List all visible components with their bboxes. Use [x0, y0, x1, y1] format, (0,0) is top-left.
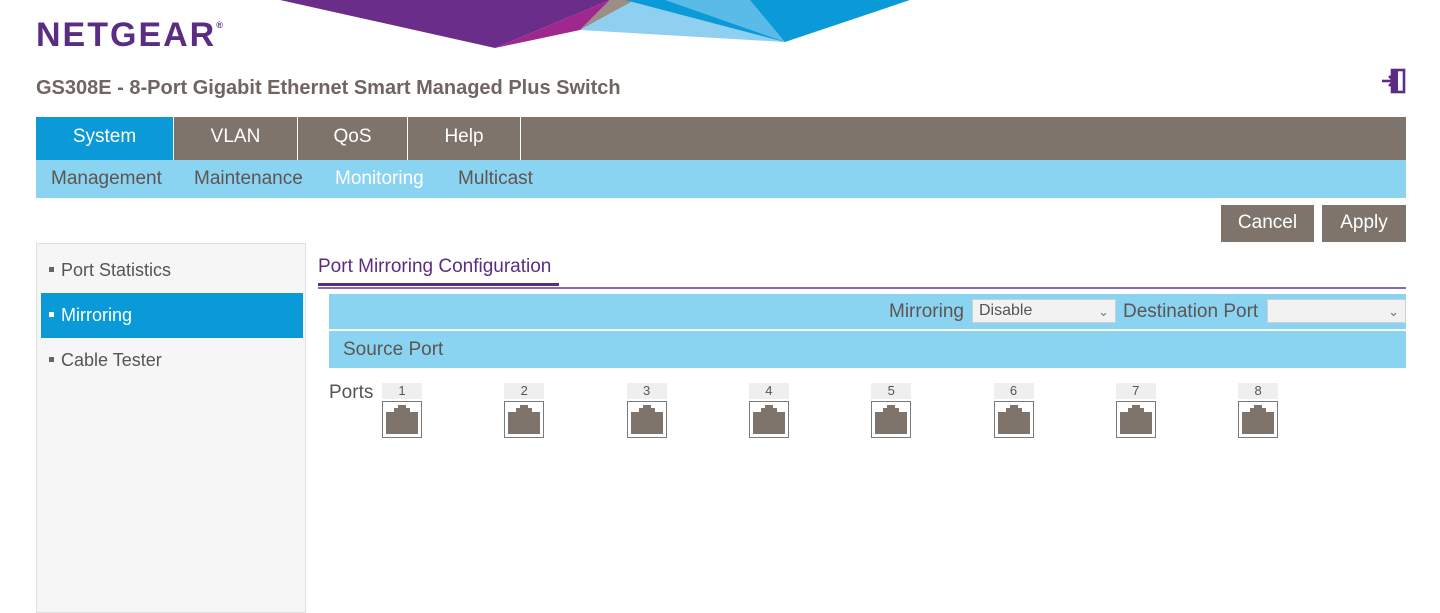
subtab-monitoring[interactable]: Monitoring: [335, 168, 424, 190]
sidebar-item-port-statistics[interactable]: Port Statistics: [41, 248, 303, 293]
main-tab-bar: System VLAN QoS Help: [36, 117, 1406, 160]
product-title: GS308E - 8-Port Gigabit Ethernet Smart M…: [36, 77, 621, 99]
subtab-management[interactable]: Management: [51, 168, 162, 190]
ethernet-port-icon: [504, 401, 545, 438]
destination-port-label: Destination Port: [1123, 301, 1259, 322]
destination-port-select[interactable]: ⌄: [1267, 299, 1406, 323]
source-port-4[interactable]: 4: [748, 383, 789, 439]
ethernet-port-icon: [1115, 401, 1156, 438]
port-number-label: 3: [626, 383, 667, 399]
bullet-icon: [49, 312, 54, 318]
port-number-label: 8: [1238, 383, 1279, 399]
ethernet-port-icon: [871, 401, 912, 438]
subtab-maintenance[interactable]: Maintenance: [194, 168, 303, 190]
source-port-6[interactable]: 6: [993, 383, 1034, 439]
port-number-label: 2: [504, 383, 545, 399]
subtab-multicast[interactable]: Multicast: [458, 168, 533, 190]
port-number-label: 4: [748, 383, 789, 399]
source-port-3[interactable]: 3: [626, 383, 667, 439]
port-number-label: 7: [1115, 383, 1156, 399]
port-number-label: 6: [993, 383, 1034, 399]
port-number-label: 1: [382, 383, 422, 399]
header-banner-graphic: [280, 0, 910, 48]
ethernet-port-icon: [993, 401, 1034, 438]
ethernet-port-icon: [1238, 401, 1279, 438]
bullet-icon: [49, 357, 54, 363]
tab-qos[interactable]: QoS: [298, 117, 408, 160]
cancel-button[interactable]: Cancel: [1221, 205, 1314, 242]
chevron-down-icon: ⌄: [1388, 304, 1399, 319]
source-port-1[interactable]: 1: [382, 383, 422, 439]
sidebar-item-cable-tester[interactable]: Cable Tester: [41, 338, 303, 383]
source-port-7[interactable]: 7: [1115, 383, 1156, 439]
bullet-icon: [49, 267, 54, 273]
netgear-logo: NETGEAR®: [36, 16, 223, 54]
section-title-underline: [318, 283, 559, 286]
source-port-5[interactable]: 5: [871, 383, 912, 439]
chevron-down-icon: ⌄: [1098, 304, 1109, 319]
ethernet-port-icon: [748, 401, 789, 438]
logout-icon[interactable]: [1381, 68, 1407, 94]
section-divider: [318, 287, 1406, 289]
source-port-row: Source Port: [329, 331, 1406, 368]
mirroring-select[interactable]: Disable ⌄: [972, 299, 1116, 323]
tab-system[interactable]: System: [36, 117, 174, 160]
ethernet-port-icon: [382, 401, 422, 438]
mirroring-row: Mirroring Disable ⌄ Destination Port ⌄: [329, 294, 1406, 329]
sidebar: Port Statistics Mirroring Cable Tester: [36, 243, 306, 613]
ports-label: Ports: [329, 382, 374, 403]
port-number-label: 5: [871, 383, 912, 399]
tab-help[interactable]: Help: [408, 117, 521, 160]
tab-vlan[interactable]: VLAN: [174, 117, 298, 160]
source-port-2[interactable]: 2: [504, 383, 545, 439]
sub-tab-bar: Management Maintenance Monitoring Multic…: [36, 160, 1406, 198]
sidebar-item-mirroring[interactable]: Mirroring: [41, 293, 303, 338]
ethernet-port-icon: [626, 401, 667, 438]
section-title: Port Mirroring Configuration: [318, 256, 552, 277]
apply-button[interactable]: Apply: [1322, 205, 1406, 242]
source-port-8[interactable]: 8: [1238, 383, 1279, 439]
source-port-label: Source Port: [343, 339, 444, 360]
mirroring-label: Mirroring: [889, 301, 964, 322]
